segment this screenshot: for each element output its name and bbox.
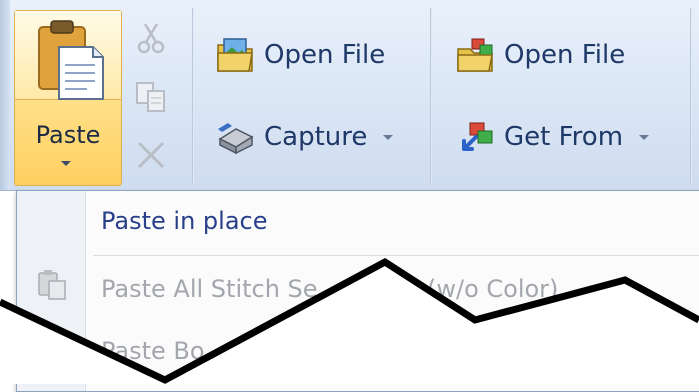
network-arrow-icon — [462, 122, 493, 151]
menu-item-paste-border[interactable]: Paste Bo — [101, 337, 205, 365]
paste-button-top[interactable] — [15, 11, 121, 100]
folder-network-icon — [457, 38, 493, 72]
scissors-icon[interactable] — [134, 22, 168, 56]
x-delete-icon[interactable] — [134, 138, 168, 172]
open-file-button[interactable]: Open File — [216, 34, 385, 76]
paste-dropdown-arrow[interactable] — [61, 161, 71, 166]
ribbon-left-edge — [0, 0, 10, 190]
menu-item-label: Paste Bo — [101, 337, 205, 365]
paste-stitch-icon — [38, 270, 66, 300]
copy-icon[interactable] — [134, 80, 168, 114]
folder-image-icon — [217, 38, 253, 72]
open-file-network-label: Open File — [504, 40, 626, 70]
get-from-label: Get From — [504, 122, 624, 152]
paste-button[interactable]: Paste — [14, 10, 122, 186]
group-separator — [430, 8, 432, 184]
menu-separator — [93, 255, 699, 256]
capture-dropdown-arrow[interactable] — [383, 134, 394, 140]
paste-dropdown-menu: Paste in place Paste All Stitch Se (w/o … — [16, 190, 699, 392]
paste-label: Paste — [35, 121, 101, 149]
menu-item-paste-all-stitch[interactable]: Paste All Stitch Se — [101, 275, 318, 303]
ribbon: Paste Open File Capture Open File Get Fr… — [0, 0, 699, 191]
open-file-label: Open File — [264, 40, 386, 70]
group-separator — [690, 8, 692, 184]
menu-item-label: Paste All Stitch Se — [101, 275, 318, 303]
menu-item-label: Paste in place — [101, 207, 268, 235]
get-from-dropdown-arrow[interactable] — [639, 134, 650, 140]
menu-item-label: (w/o Color) — [427, 275, 559, 303]
capture-label: Capture — [264, 122, 368, 152]
group-separator — [192, 8, 194, 184]
menu-item-paste-all-stitch-suffix: (w/o Color) — [427, 275, 558, 303]
capture-button[interactable]: Capture — [216, 116, 394, 158]
get-from-button[interactable]: Get From — [456, 116, 650, 158]
open-file-network-button[interactable]: Open File — [456, 34, 625, 76]
scanner-icon — [218, 123, 254, 155]
clipboard-paste-icon — [38, 20, 104, 100]
menu-item-paste-in-place[interactable]: Paste in place — [101, 207, 268, 235]
